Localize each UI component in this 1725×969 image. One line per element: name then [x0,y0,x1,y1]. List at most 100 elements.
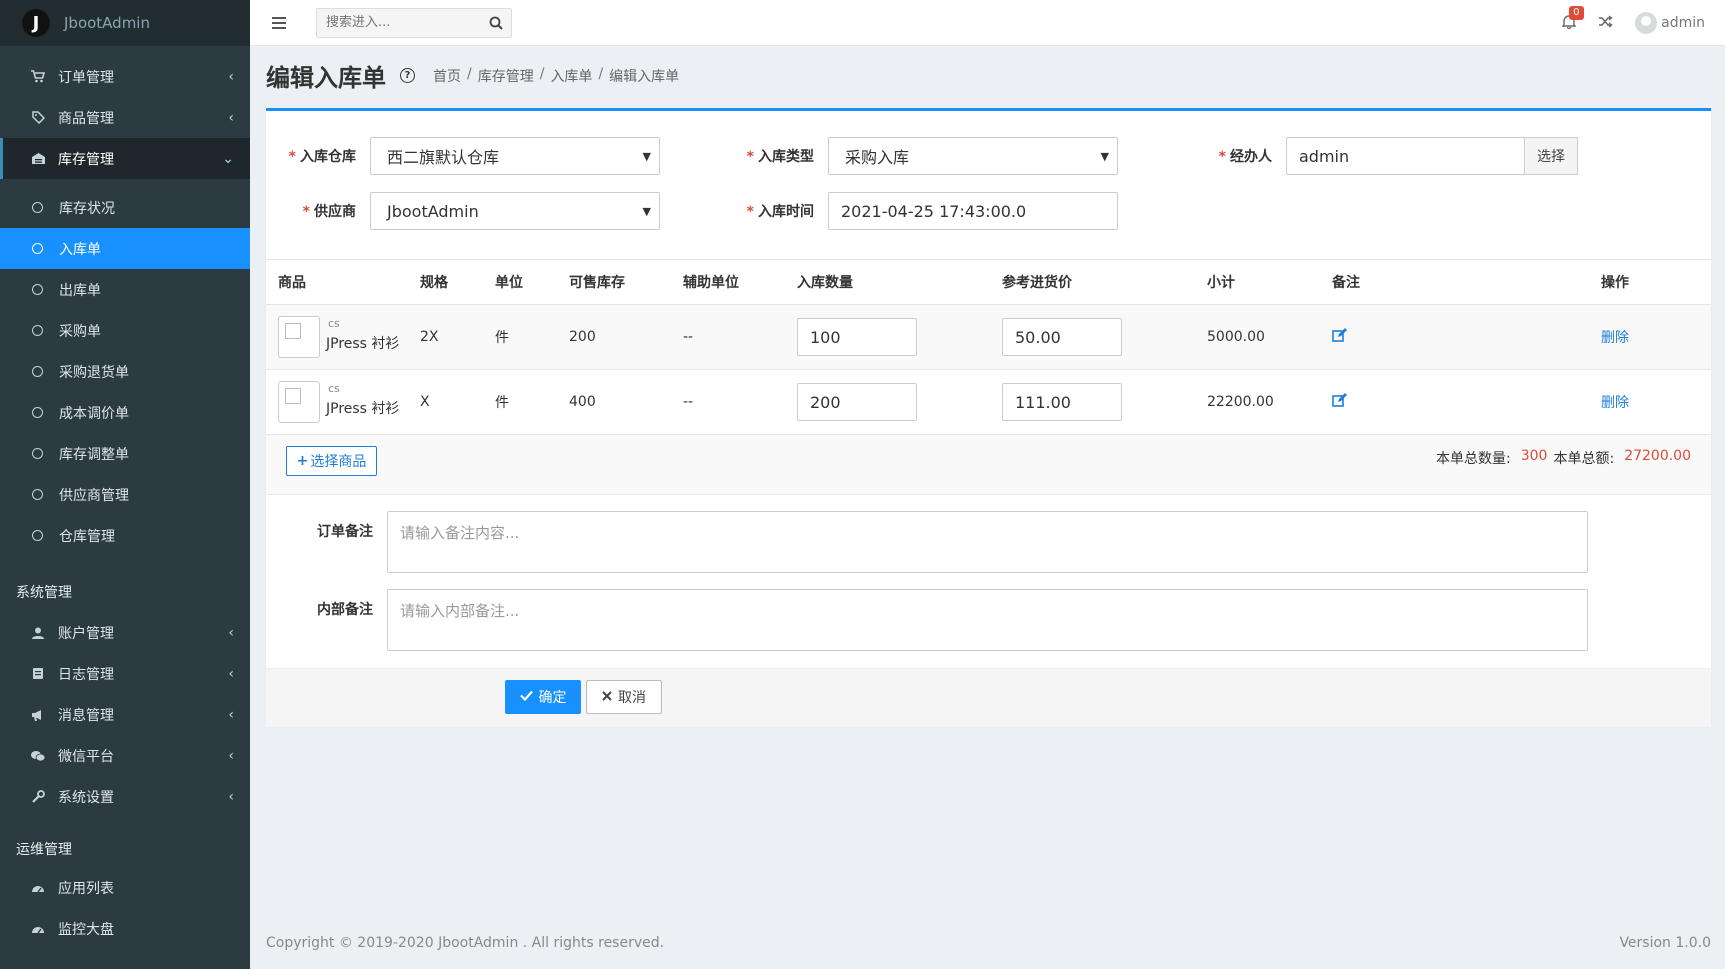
breadcrumb-home[interactable]: 首页 [433,66,461,86]
submenu-item-cost-adjust[interactable]: 成本调价单 [0,392,250,433]
sidebar-menu: 订单管理 ‹ 商品管理 ‹ 库存管理 ⌄ [0,56,250,179]
random-icon[interactable] [1598,14,1613,32]
order-totals: 本单总数量: 300 本单总额: 27200.00 [1436,448,1691,468]
top-right-tools: 0 admin [1561,0,1705,46]
search-box [316,7,512,38]
total-amount-label: 本单总额: [1553,451,1615,467]
aux-unit-cell: -- [683,329,694,345]
chevron-down-icon: ▼ [642,149,651,163]
search-input[interactable] [317,15,481,30]
sidebar-item-label: 系统设置 [58,789,114,806]
plus-icon: + [296,453,309,469]
sidebar-item-app-list[interactable]: 应用列表 [0,867,250,908]
submenu-item-supplier[interactable]: 供应商管理 [0,474,250,515]
cancel-label: 取消 [618,690,646,706]
circle-icon [32,407,43,418]
submenu-item-stock-adjust[interactable]: 库存调整单 [0,433,250,474]
chevron-left-icon: ‹ [228,68,234,85]
sidebar-item-orders[interactable]: 订单管理 ‹ [0,56,250,97]
breadcrumb-current: 编辑入库单 [609,68,680,85]
avatar [1635,12,1658,34]
column-header: 商品 [278,275,306,291]
sidebar-item-log[interactable]: 日志管理 ‹ [0,653,250,694]
submenu-label: 仓库管理 [59,528,115,545]
sidebar-item-label: 账户管理 [58,625,114,642]
sidebar-item-account[interactable]: 账户管理 ‹ [0,612,250,653]
total-qty-value: 300 [1520,448,1548,464]
type-select[interactable]: 采购入库 ▼ [828,137,1118,175]
chevron-down-icon: ⌄ [222,150,234,167]
breadcrumb-inbound[interactable]: 入库单 [550,66,592,86]
type-select-value: 采购入库 [845,148,910,167]
content-header: 编辑入库单 ? 首页 / 库存管理 / 入库单 / 编辑入库单 [266,58,679,93]
submenu-label: 成本调价单 [59,405,129,422]
internal-remark-textarea[interactable]: 请输入内部备注... [387,589,1588,651]
product-thumbnail [278,381,320,423]
supplier-select[interactable]: JbootAdmin ▼ [370,192,660,230]
submenu-item-inbound[interactable]: 入库单 [0,228,250,269]
edit-icon[interactable] [1332,392,1347,412]
search-icon[interactable] [481,16,511,30]
submenu-item-warehouse[interactable]: 仓库管理 [0,515,250,556]
circle-icon [32,243,43,254]
circle-icon [32,530,43,541]
form-row-type: * 入库类型 采购入库 ▼ [724,137,1118,175]
sidebar-item-monitor[interactable]: 监控大盘 [0,908,250,949]
sidebar-item-message[interactable]: 消息管理 ‹ [0,694,250,735]
confirm-button[interactable]: 确定 [505,680,581,714]
spec-cell: X [420,394,430,410]
column-header: 入库数量 [797,275,853,291]
qty-input[interactable]: 200 [797,383,917,421]
warehouse-select[interactable]: 西二旗默认仓库 ▼ [370,137,660,175]
menu-toggle-icon[interactable] [272,16,286,29]
user-menu[interactable]: admin [1635,12,1705,34]
delete-link[interactable]: 删除 [1601,392,1629,412]
order-remark-row: 订单备注 请输入备注内容... [266,511,1588,573]
sidebar-item-settings[interactable]: 系统设置 ‹ [0,776,250,817]
product-name: JPress 衬衫 [326,401,400,417]
bullhorn-icon [30,707,46,723]
breadcrumb-stock[interactable]: 库存管理 [478,66,534,86]
unit-cell: 件 [495,395,509,411]
internal-remark-row: 内部备注 请输入内部备注... [266,589,1588,651]
qty-input[interactable]: 100 [797,318,917,356]
handler-input[interactable]: admin [1286,137,1524,175]
choose-handler-button[interactable]: 选择 [1524,137,1578,175]
form-row-handler: * 经办人 admin 选择 [1182,137,1578,175]
submenu-item-outbound[interactable]: 出库单 [0,269,250,310]
order-remark-textarea[interactable]: 请输入备注内容... [387,511,1588,573]
sidebar-item-wechat[interactable]: 微信平台 ‹ [0,735,250,776]
chevron-left-icon: ‹ [228,706,234,723]
time-input[interactable]: 2021-04-25 17:43:00.0 [828,192,1118,230]
submenu-item-purchase-return[interactable]: 采购退货单 [0,351,250,392]
cancel-button[interactable]: 取消 [586,680,662,714]
submenu-label: 采购退货单 [59,364,129,381]
sidebar-item-stock[interactable]: 库存管理 ⌄ [0,138,250,179]
submenu-item-stock-status[interactable]: 库存状况 [0,187,250,228]
table-row: cs JPress 衬衫 2X 件 200 -- 100 50.00 5000.… [266,305,1711,370]
brand[interactable]: J JbootAdmin [0,0,250,46]
time-label: * 入库时间 [746,204,814,220]
aux-unit-cell: -- [683,394,694,410]
sidebar: J JbootAdmin 订单管理 ‹ 商品管理 ‹ 库存管理 ⌄ 库存状况 入… [0,0,250,969]
submenu-item-purchase[interactable]: 采购单 [0,310,250,351]
sidebar-item-label: 库存管理 [58,151,114,168]
edit-icon[interactable] [1332,327,1347,347]
notification-button[interactable]: 0 [1561,5,1584,33]
select-goods-button[interactable]: + 选择商品 [286,446,377,476]
circle-icon [32,325,43,336]
warehouse-label: * 入库仓库 [288,149,356,165]
delete-link[interactable]: 删除 [1601,327,1629,347]
price-input[interactable]: 111.00 [1002,383,1122,421]
price-input[interactable]: 50.00 [1002,318,1122,356]
supplier-select-value: JbootAdmin [387,201,479,221]
subtotal-cell: 22200.00 [1207,394,1274,410]
sidebar-item-goods[interactable]: 商品管理 ‹ [0,97,250,138]
help-icon[interactable]: ? [400,68,415,83]
check-icon [519,689,533,705]
column-header: 规格 [420,275,448,291]
dashboard-icon [30,921,46,937]
stock-cell: 200 [569,329,596,345]
form-row-supplier: * 供应商 JbootAdmin ▼ [266,192,660,230]
edit-inbound-form: * 入库仓库 西二旗默认仓库 ▼ * 入库类型 采购入库 ▼ * 经办人 admin … [266,108,1711,727]
